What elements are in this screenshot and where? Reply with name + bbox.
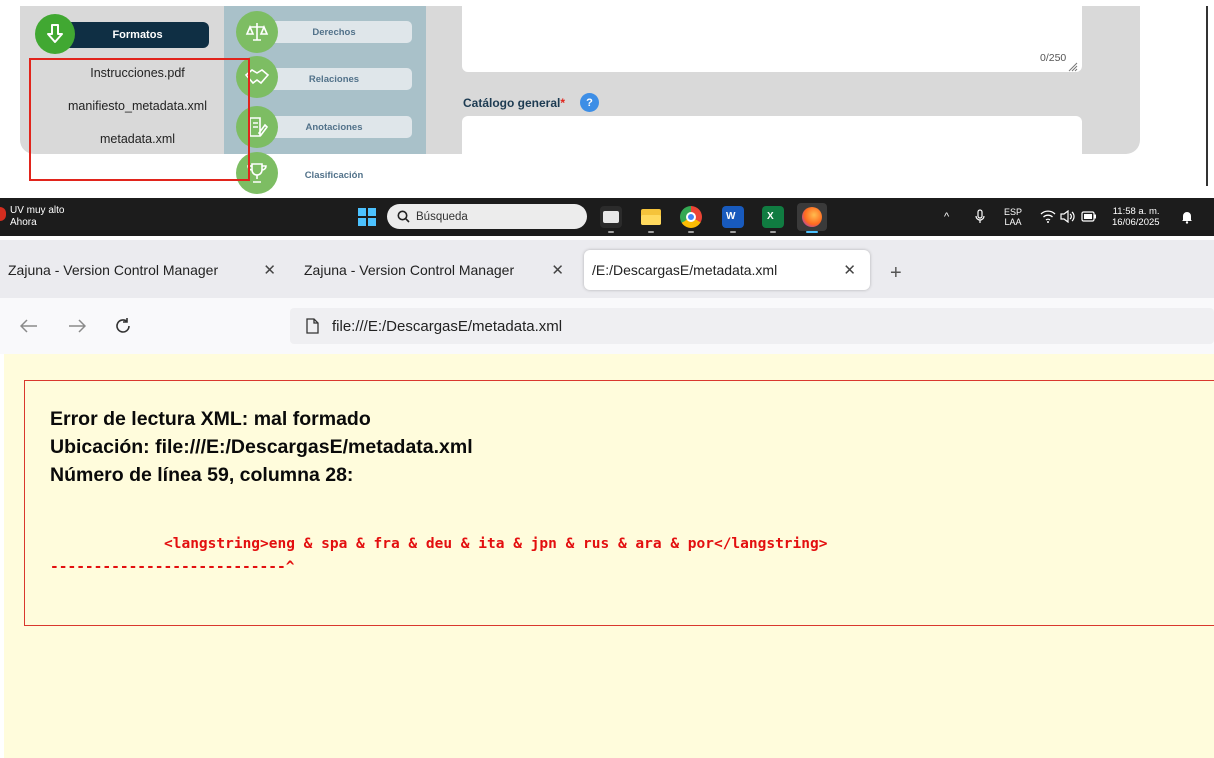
battery-icon[interactable]: [1081, 211, 1097, 222]
catalog-label: Catálogo general*: [463, 96, 566, 110]
tab-close-icon[interactable]: ✕: [843, 261, 856, 279]
description-textarea[interactable]: [462, 6, 1082, 72]
chrome-icon[interactable]: [680, 206, 702, 228]
tab-close-icon[interactable]: ✕: [551, 261, 564, 279]
tab-version-control-2[interactable]: Zajuna - Version Control Manager ✕: [296, 250, 578, 290]
task-view-icon[interactable]: [600, 206, 622, 228]
error-title: Error de lectura XML: mal formado: [50, 408, 371, 430]
clock-time: 11:58 a. m.: [1112, 206, 1160, 217]
browser-tab-strip: Zajuna - Version Control Manager ✕ Zajun…: [0, 240, 1214, 298]
reload-icon[interactable]: [114, 317, 132, 335]
error-source-line: <langstring>eng & spa & fra & deu & ita …: [164, 536, 828, 552]
tab-close-icon[interactable]: ✕: [263, 261, 276, 279]
clock-date: 16/06/2025: [1112, 217, 1160, 228]
required-mark: *: [560, 96, 566, 110]
tab-label: /E:/DescargasE/metadata.xml: [592, 262, 778, 278]
error-location: Ubicación: file:///E:/DescargasE/metadat…: [50, 436, 473, 458]
url-text: file:///E:/DescargasE/metadata.xml: [332, 317, 563, 335]
uv-alert-icon: [0, 207, 6, 221]
windows-start-icon[interactable]: [358, 208, 376, 226]
divider: [1206, 6, 1208, 186]
scales-icon: [236, 11, 278, 53]
catalog-input[interactable]: [462, 116, 1082, 154]
folder-icon[interactable]: [640, 206, 662, 228]
section-clasificacion[interactable]: Clasificación: [256, 164, 412, 186]
char-counter: 0/250: [1040, 52, 1067, 64]
keyboard-layout: LAA: [1004, 217, 1022, 227]
new-tab-button[interactable]: +: [890, 262, 902, 285]
search-placeholder: Búsqueda: [416, 210, 468, 223]
back-arrow-icon[interactable]: [20, 319, 38, 333]
weather-title: UV muy alto: [10, 205, 65, 216]
error-pointer-line: ---------------------------^: [50, 559, 295, 575]
wifi-icon[interactable]: [1040, 210, 1056, 223]
download-icon[interactable]: [35, 14, 75, 54]
app-panel: Formatos Instrucciones.pdf manifiesto_me…: [0, 0, 1214, 194]
search-icon: [397, 210, 410, 223]
firefox-icon[interactable]: [797, 203, 827, 231]
help-icon[interactable]: ?: [580, 93, 599, 112]
resize-grip-icon[interactable]: [1068, 62, 1078, 72]
word-icon[interactable]: W: [722, 206, 744, 228]
language-indicator[interactable]: ESP LAA: [1004, 207, 1022, 227]
forward-arrow-icon[interactable]: [68, 319, 86, 333]
tab-metadata-xml[interactable]: /E:/DescargasE/metadata.xml ✕: [584, 250, 870, 290]
tab-label: Zajuna - Version Control Manager: [8, 262, 219, 278]
weather-widget[interactable]: UV muy alto Ahora: [0, 205, 65, 229]
highlight-box: [29, 58, 250, 181]
browser-nav-bar: file:///E:/DescargasE/metadata.xml: [0, 298, 1214, 354]
tab-version-control-1[interactable]: Zajuna - Version Control Manager ✕: [0, 250, 288, 290]
address-bar[interactable]: file:///E:/DescargasE/metadata.xml: [290, 308, 1214, 344]
excel-icon[interactable]: X: [762, 206, 784, 228]
windows-taskbar: UV muy alto Ahora Búsqueda W X ^ ESP LAA…: [0, 198, 1214, 236]
page-icon: [306, 318, 319, 334]
microphone-icon[interactable]: [975, 209, 985, 225]
volume-icon[interactable]: [1060, 210, 1076, 223]
section-anotaciones[interactable]: Anotaciones: [256, 116, 412, 138]
section-relaciones[interactable]: Relaciones: [256, 68, 412, 90]
tab-label: Zajuna - Version Control Manager: [304, 262, 515, 278]
error-line-info: Número de línea 59, columna 28:: [50, 464, 354, 486]
show-hidden-icons[interactable]: ^: [944, 198, 949, 236]
section-derechos[interactable]: Derechos: [256, 21, 412, 43]
notification-bell-icon[interactable]: [1180, 210, 1194, 224]
weather-sub: Ahora: [10, 217, 37, 228]
formatos-label: Formatos: [112, 29, 163, 41]
system-clock[interactable]: 11:58 a. m. 16/06/2025: [1112, 206, 1160, 228]
lang-code: ESP: [1004, 207, 1023, 217]
taskbar-search[interactable]: Búsqueda: [387, 204, 587, 229]
